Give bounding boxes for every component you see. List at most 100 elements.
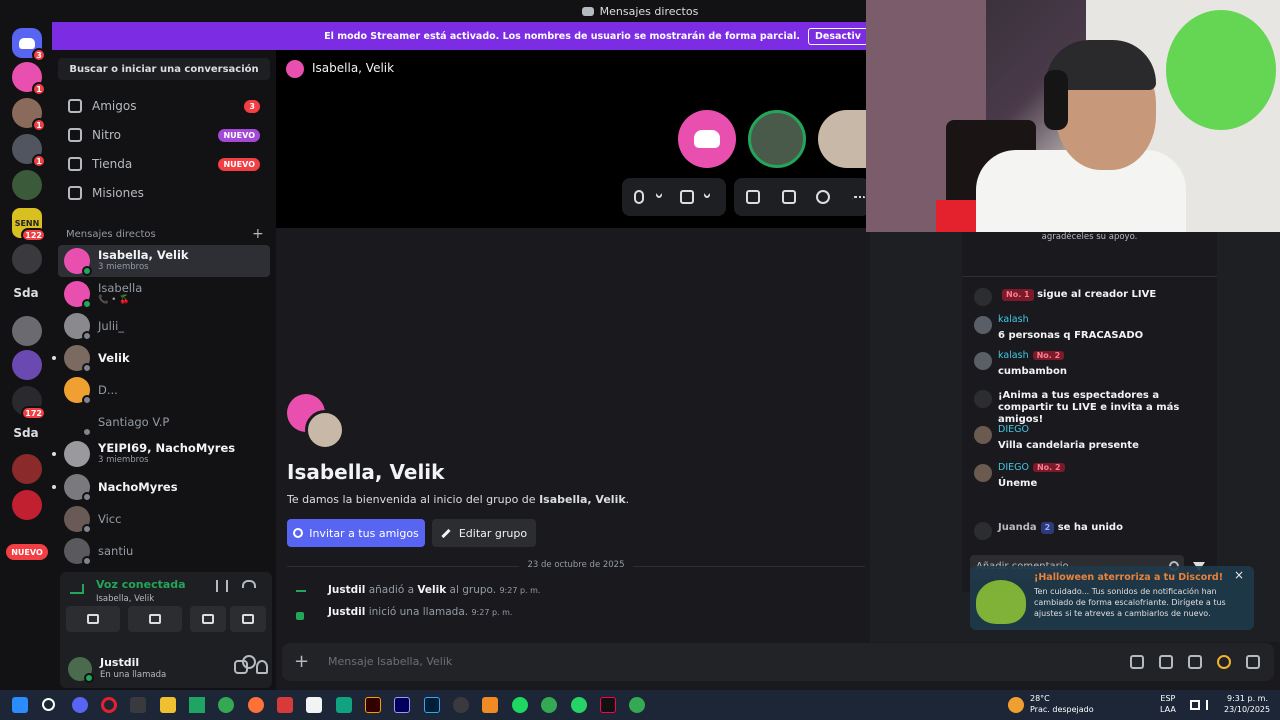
clock[interactable]: 9:31 p. m. 23/10/2025: [1224, 693, 1270, 715]
network-icon[interactable]: [1190, 700, 1200, 710]
home-button[interactable]: 3: [12, 28, 46, 62]
spotify-icon[interactable]: [512, 697, 528, 713]
participant-tile[interactable]: [678, 110, 736, 168]
dm-item[interactable]: YEIPI69, NachoMyres 3 miembros: [52, 438, 270, 470]
dm-item[interactable]: D...: [58, 374, 270, 406]
nav-friends[interactable]: Amigos 3: [58, 93, 270, 119]
close-icon[interactable]: ×: [1234, 568, 1244, 582]
folder-label[interactable]: Sda: [8, 286, 44, 300]
apps-icon[interactable]: [1246, 655, 1260, 669]
premiere-icon[interactable]: [394, 697, 410, 713]
camera-button[interactable]: [66, 606, 120, 632]
gear-icon[interactable]: [242, 655, 256, 669]
participant-tile[interactable]: [818, 110, 870, 168]
chrome-icon[interactable]: [629, 697, 645, 713]
chrome-icon[interactable]: [218, 697, 234, 713]
screen-share-icon[interactable]: [746, 190, 760, 204]
disconnect-icon[interactable]: [242, 580, 256, 588]
server-icon[interactable]: [12, 316, 42, 346]
photoshop-icon[interactable]: [424, 697, 440, 713]
chat-user[interactable]: kalash: [998, 314, 1029, 325]
participant-tile[interactable]: [748, 110, 806, 168]
disable-streamer-button[interactable]: Desactiv: [807, 27, 868, 45]
server-icon[interactable]: 1: [12, 98, 46, 132]
gif-icon[interactable]: [1159, 655, 1173, 669]
firefox-icon[interactable]: [248, 697, 264, 713]
dm-item[interactable]: Julii_: [58, 310, 270, 342]
voice-channel[interactable]: Isabella, Velik: [96, 594, 154, 604]
emoji-icon[interactable]: [1217, 655, 1231, 669]
chat-user[interactable]: DIEGO: [998, 462, 1029, 473]
dm-item[interactable]: Velik: [52, 342, 270, 374]
chevron-down-icon[interactable]: [654, 190, 664, 200]
activities-button[interactable]: [190, 606, 226, 632]
server-icon[interactable]: [12, 490, 42, 520]
document-icon[interactable]: [306, 697, 322, 713]
dm-sub: 3 miembros: [98, 455, 149, 465]
folder-label[interactable]: Sda: [8, 426, 44, 440]
more-icon[interactable]: [852, 196, 866, 210]
search-button[interactable]: Buscar o iniciar una conversación: [58, 58, 270, 80]
tiktok-icon[interactable]: [600, 697, 616, 713]
chrome-icon[interactable]: [541, 697, 557, 713]
discord-taskbar-icon[interactable]: [72, 697, 88, 713]
subtitle-group-name: Isabella, Velik: [539, 493, 626, 506]
add-attachment-button[interactable]: +: [294, 651, 309, 672]
server-icon[interactable]: 1: [12, 62, 46, 96]
server-icon[interactable]: [12, 170, 42, 200]
message-target[interactable]: Velik: [417, 584, 446, 596]
soundboard-icon[interactable]: [816, 190, 830, 204]
invite-friends-button[interactable]: Invitar a tus amigos: [287, 519, 425, 547]
dm-item[interactable]: santiu: [58, 535, 270, 567]
chatgpt-icon[interactable]: [336, 697, 352, 713]
app-icon[interactable]: [277, 697, 293, 713]
illustrator-icon[interactable]: [365, 697, 381, 713]
nav-nitro[interactable]: Nitro NUEVO: [58, 122, 270, 148]
chat-user[interactable]: DIEGO: [998, 424, 1029, 435]
dm-item[interactable]: Vicc: [58, 503, 270, 535]
opera-icon[interactable]: [101, 697, 117, 713]
create-dm-button[interactable]: +: [252, 226, 264, 242]
dm-item[interactable]: Isabella, Velik 3 miembros: [58, 245, 270, 277]
screen-share-button[interactable]: [128, 606, 182, 632]
message-input[interactable]: Mensaje Isabella, Velik: [328, 655, 452, 668]
message-user[interactable]: Justdil: [328, 606, 365, 618]
server-icon[interactable]: SENN 122: [12, 208, 46, 242]
server-icon[interactable]: 172: [12, 386, 46, 420]
headphones-icon[interactable]: [256, 660, 268, 674]
server-icon[interactable]: [12, 244, 42, 274]
obs-icon[interactable]: [453, 697, 469, 713]
search-icon[interactable]: [42, 698, 55, 711]
server-icon[interactable]: [12, 350, 42, 380]
nav-quests[interactable]: Misiones: [58, 180, 270, 206]
dm-item[interactable]: NachoMyres: [52, 471, 270, 503]
soundboard-button[interactable]: [230, 606, 266, 632]
folder-icon[interactable]: [160, 697, 176, 713]
microphone-icon[interactable]: [634, 190, 644, 204]
gift-icon[interactable]: [1130, 655, 1144, 669]
sticker-icon[interactable]: [1188, 655, 1202, 669]
message-user[interactable]: Justdil: [328, 584, 365, 596]
activities-icon[interactable]: [782, 190, 796, 204]
dm-item[interactable]: Santiago V.P: [58, 406, 270, 438]
server-icon[interactable]: 1: [12, 134, 46, 168]
language-indicator[interactable]: ESP LAA: [1160, 693, 1176, 715]
whatsapp-icon[interactable]: [571, 697, 587, 713]
windows-start-icon[interactable]: [12, 697, 28, 713]
weather[interactable]: 28°C Prac. despejado: [1030, 693, 1094, 715]
edit-group-button[interactable]: Editar grupo: [432, 519, 536, 547]
nav-shop[interactable]: Tienda NUEVO: [58, 151, 270, 177]
camera-off-icon[interactable]: [680, 190, 694, 204]
drive-icon[interactable]: [189, 697, 205, 713]
chat-user[interactable]: Juanda: [998, 522, 1037, 533]
dm-item[interactable]: Isabella 📞 • 🍒: [58, 278, 270, 310]
chat-top-text: agradéceles su apoyo.: [1041, 232, 1138, 242]
soundboard-icon[interactable]: [216, 580, 228, 592]
volume-icon[interactable]: [1206, 700, 1216, 710]
app-icon[interactable]: [482, 697, 498, 713]
chat-user[interactable]: kalash: [998, 350, 1029, 361]
store-icon[interactable]: [130, 697, 146, 713]
voice-status[interactable]: Voz conectada: [96, 578, 186, 591]
server-icon[interactable]: [12, 454, 42, 484]
chevron-down-icon[interactable]: [702, 190, 712, 200]
